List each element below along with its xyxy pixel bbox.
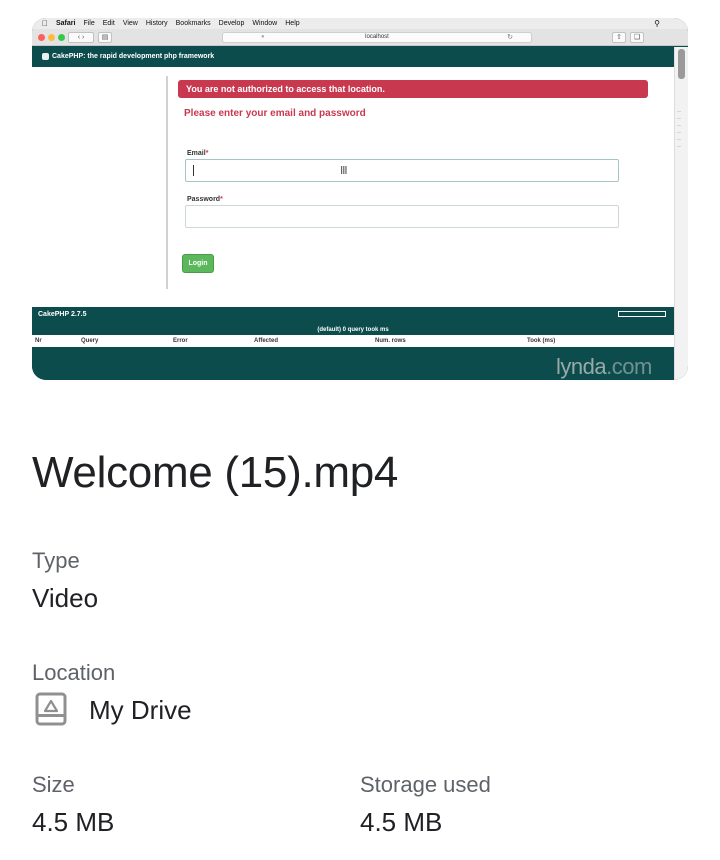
required-mark: * [220, 196, 223, 203]
watermark-brand: lynda [556, 354, 607, 379]
cakephp-logo-icon [42, 53, 49, 60]
window-controls [38, 34, 65, 41]
scrollbar-thumb [678, 49, 685, 79]
tabs-icon: ❏ [630, 32, 644, 43]
type-label: Type [32, 548, 80, 573]
sql-column: Num. rows [375, 338, 406, 344]
back-forward-icon: ‹ › [68, 32, 94, 43]
close-dot-icon [38, 34, 45, 41]
password-field [185, 205, 619, 228]
menubar-item: Develop [212, 20, 245, 27]
video-thumbnail[interactable]:  Safari File Edit View History Bookmark… [32, 18, 688, 380]
mac-menubar:  Safari File Edit View History Bookmark… [32, 18, 688, 29]
file-name: Welcome (15).mp4 [32, 448, 399, 497]
address-bar: ● localhost ↻ [222, 32, 532, 43]
location-value[interactable]: My Drive [89, 695, 192, 726]
sidebar-icon: ▤ [98, 32, 112, 43]
sql-column: Nr [35, 338, 42, 344]
url-text: localhost [365, 34, 389, 40]
sql-caption: (default) 0 query took ms [317, 327, 389, 333]
password-label-text: Password [187, 196, 221, 203]
sql-column: Affected [254, 338, 279, 344]
watermark-suffix: .com [606, 354, 652, 379]
browser-scrollbar: — — — — — — [674, 47, 688, 380]
size-label: Size [32, 772, 75, 797]
size-value: 4.5 MB [32, 807, 115, 837]
storage-used-label: Storage used [360, 772, 491, 797]
text-caret [193, 165, 194, 176]
storage-used-value: 4.5 MB [360, 807, 443, 837]
sql-column: Query [81, 338, 99, 344]
menubar-app: Safari [50, 20, 75, 27]
menubar-item: Edit [96, 20, 115, 27]
site-header: CakePHP: the rapid development php frame… [32, 47, 674, 67]
menubar-item: View [116, 20, 138, 27]
location-label: Location [32, 660, 116, 685]
password-label: Password* [187, 196, 223, 203]
divider [166, 76, 168, 289]
menubar-item: File [77, 20, 94, 27]
menubar-item: Help [279, 20, 299, 27]
sql-column: Took (ms) [527, 338, 556, 344]
search-icon: ⚲ [654, 19, 660, 28]
scrollbar-decor: — — — — — — [677, 108, 681, 148]
reader-icon: ● [261, 34, 265, 40]
login-button: Login [182, 254, 214, 273]
zoom-dot-icon [58, 34, 65, 41]
apple-icon:  [42, 19, 48, 28]
share-icon: ⇧ [612, 32, 626, 43]
menubar-item: Window [246, 20, 277, 27]
login-page: You are not authorized to access that lo… [32, 67, 674, 307]
reload-icon: ↻ [507, 34, 513, 41]
menubar-item: History [139, 20, 168, 27]
site-header-title: CakePHP: the rapid development php frame… [52, 53, 215, 60]
drive-icon [35, 692, 67, 726]
browser-toolbar: ‹ › ▤ ● localhost ↻ ⇧ ❏ [32, 29, 688, 46]
lynda-watermark: lynda.com [556, 354, 652, 380]
type-value: Video [32, 583, 99, 613]
email-label-text: Email [187, 150, 206, 157]
required-mark: * [205, 150, 209, 157]
email-field: Ⅲ [185, 159, 619, 182]
form-title: Please enter your email and password [184, 108, 366, 119]
menubar-item: Bookmarks [169, 20, 211, 27]
email-label: Email* [187, 150, 208, 157]
sql-table-header: Nr Query Error Affected Num. rows Took (… [32, 335, 674, 347]
cakephp-power-badge-icon [618, 311, 666, 317]
error-alert: You are not authorized to access that lo… [178, 80, 648, 98]
sql-column: Error [173, 338, 188, 344]
version-text: CakePHP 2.7.5 [38, 311, 87, 318]
minimize-dot-icon [48, 34, 55, 41]
ibeam-cursor-icon: Ⅲ [340, 165, 348, 177]
